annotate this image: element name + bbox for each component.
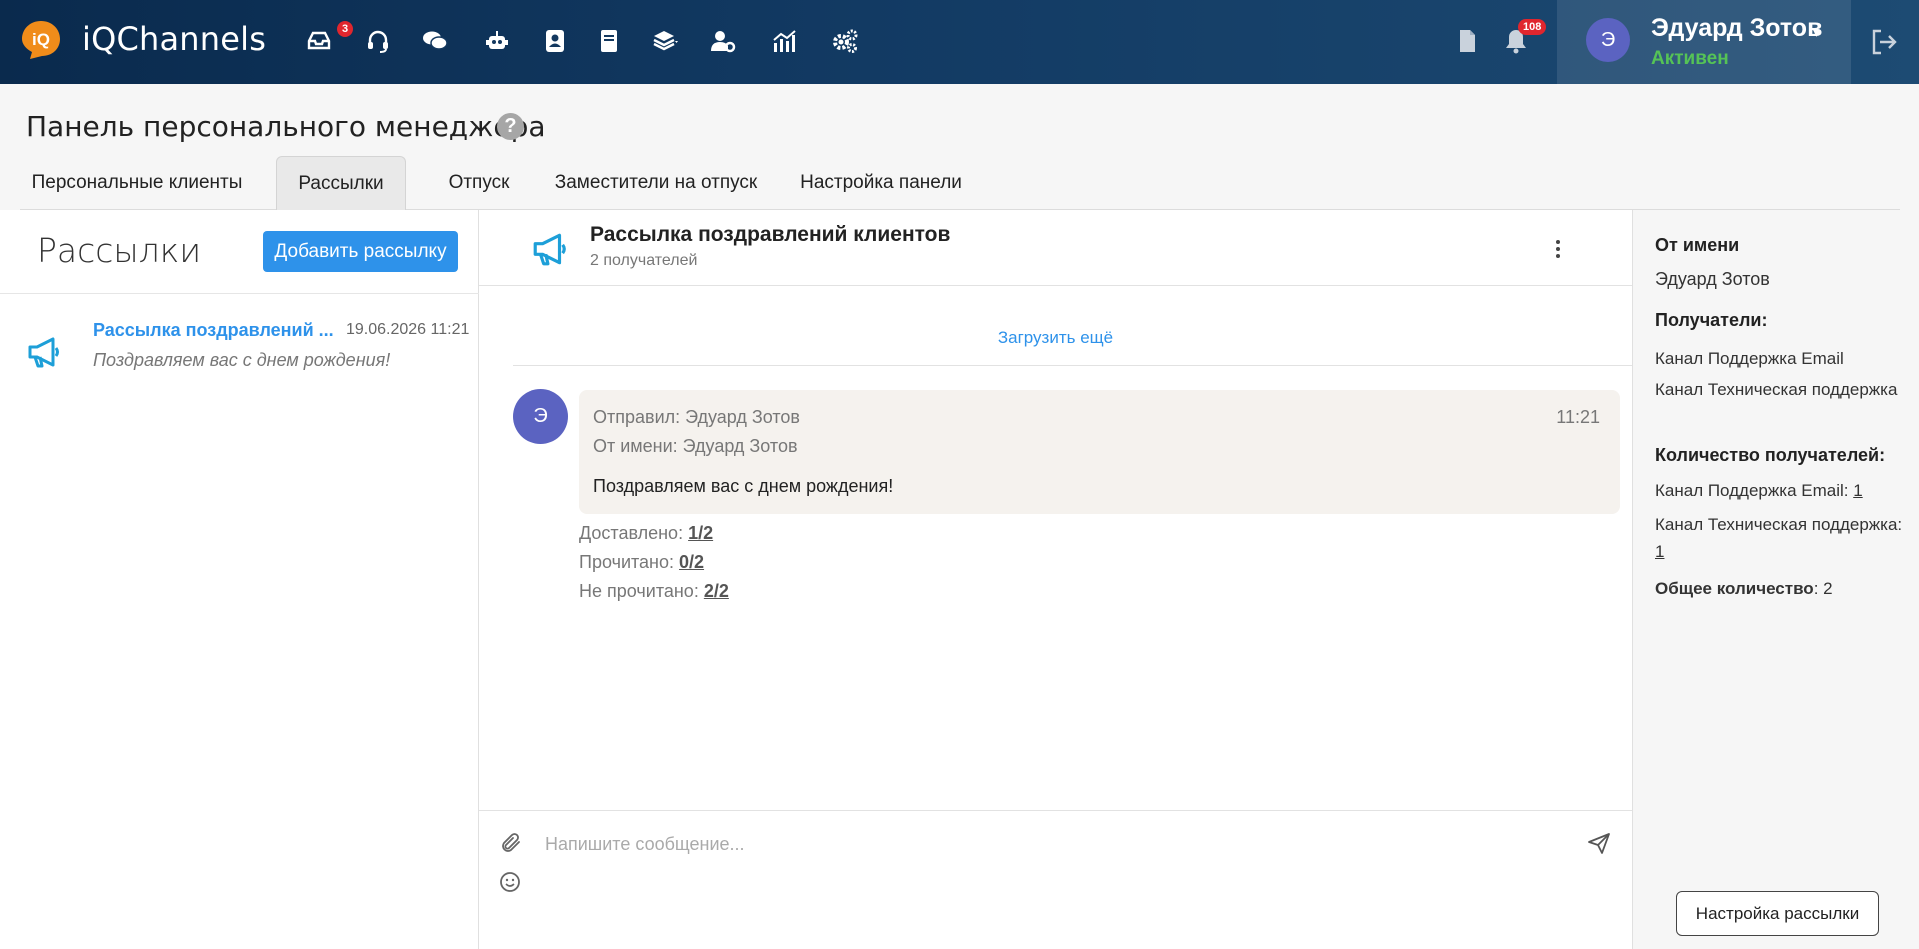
mailing-header: Рассылка поздравлений клиентов 2 получат… (479, 210, 1632, 286)
robot-icon[interactable] (482, 26, 512, 56)
user-status: Активен (1651, 48, 1729, 69)
recipient-count: 2 получателей (590, 252, 698, 269)
inbox-badge: 3 (337, 21, 354, 37)
mailing-date: 19.06.2026 11:21 (346, 321, 470, 338)
chat-icon[interactable] (420, 26, 450, 56)
recipient-item: Канал Поддержка Email (1655, 349, 1844, 368)
mailing-list-item[interactable]: Рассылка поздравлений ... 19.06.2026 11:… (0, 310, 479, 390)
top-navigation-bar: iQ iQChannels 3 108 Э Эдуард Зотов ▾ Акт… (0, 0, 1919, 84)
brand-name: iQChannels (82, 20, 267, 58)
user-settings-icon[interactable] (708, 26, 738, 56)
tab-vacation[interactable]: Отпуск (416, 156, 542, 210)
tab-mailings[interactable]: Рассылки (276, 156, 406, 210)
total-value: : 2 (1813, 579, 1833, 598)
svg-text:iQ: iQ (32, 30, 50, 49)
count-item-link[interactable]: 1 (1655, 542, 1664, 561)
read-label: Прочитано: (579, 552, 675, 572)
layers-icon[interactable] (651, 26, 681, 56)
add-mailing-button[interactable]: Добавить рассылку (263, 231, 458, 272)
count-item: Канал Техническая поддержка: 1 (1655, 511, 1905, 565)
emoji-icon[interactable] (499, 871, 521, 893)
sender-avatar: Э (513, 389, 568, 444)
tab-vacation-deputies[interactable]: Заместители на отпуск (536, 156, 776, 210)
mailing-title: Рассылка поздравлений ... (93, 320, 334, 340)
delivered-link[interactable]: 1/2 (688, 523, 713, 543)
more-options-icon[interactable] (1548, 237, 1568, 261)
settings-icon[interactable] (830, 26, 860, 56)
count-item: Канал Поддержка Email: 1 (1655, 477, 1905, 504)
total-count: Общее количество: 2 (1655, 575, 1905, 602)
count-item-label: Канал Техническая поддержка: (1655, 515, 1903, 534)
notifications-badge: 108 (1518, 19, 1547, 35)
headset-icon[interactable] (363, 26, 393, 56)
delivered-stat: Доставлено: 1/2 (579, 523, 713, 544)
help-icon[interactable]: ? (497, 113, 524, 140)
user-name[interactable]: Эдуард Зотов (1651, 14, 1822, 43)
mailing-settings-button[interactable]: Настройка рассылки (1676, 891, 1879, 936)
mailing-info-panel: От имени Эдуард Зотов Получатели: Канал … (1632, 210, 1919, 949)
read-link[interactable]: 0/2 (679, 552, 704, 572)
recipients-label: Получатели: (1655, 310, 1768, 330)
analytics-icon[interactable] (769, 26, 799, 56)
iqchannels-logo[interactable]: iQ (20, 19, 62, 61)
contacts-icon[interactable] (540, 26, 570, 56)
count-item-label: Канал Поддержка Email: (1655, 481, 1849, 500)
message-text: Поздравляем вас с днем рождения! (593, 476, 894, 496)
load-more-link[interactable]: Загрузить ещё (479, 328, 1632, 348)
count-item-link[interactable]: 1 (1853, 481, 1862, 500)
mailing-detail-panel: Рассылка поздравлений клиентов 2 получат… (479, 210, 1632, 949)
message-sender: Отправил: Эдуард Зотов (593, 407, 800, 427)
mailing-detail-title: Рассылка поздравлений клиентов (590, 223, 951, 246)
user-avatar[interactable]: Э (1586, 18, 1630, 62)
tab-bar: Персональные клиенты Рассылки Отпуск Зам… (20, 156, 1900, 210)
paperclip-icon[interactable] (499, 831, 523, 855)
from-label: От имени (1655, 235, 1740, 255)
tab-personal-clients[interactable]: Персональные клиенты (20, 156, 254, 210)
from-value: Эдуард Зотов (1655, 269, 1770, 289)
page-title: Панель персонального менеджера (26, 110, 546, 143)
message-bubble: Отправил: Эдуард Зотов От имени: Эдуард … (579, 390, 1620, 514)
document-icon[interactable] (1452, 26, 1482, 56)
message-composer (479, 810, 1632, 949)
unread-label: Не прочитано: (579, 581, 699, 601)
megaphone-icon (28, 337, 59, 368)
recipient-count-label: Количество получателей: (1655, 445, 1886, 465)
message-on-behalf: От имени: Эдуард Зотов (593, 436, 798, 456)
read-stat: Прочитано: 0/2 (579, 552, 704, 573)
tab-panel-settings[interactable]: Настройка панели (776, 156, 986, 210)
send-icon[interactable] (1587, 831, 1611, 855)
inbox-icon[interactable] (304, 26, 334, 56)
mailing-preview: Поздравляем вас с днем рождения! (93, 350, 391, 370)
divider (513, 365, 1632, 366)
total-label: Общее количество (1655, 579, 1814, 598)
logout-icon[interactable] (1868, 26, 1900, 58)
book-icon[interactable] (594, 26, 624, 56)
divider (0, 293, 479, 294)
mailings-title: Рассылки (37, 231, 202, 270)
megaphone-icon (533, 233, 566, 266)
unread-stat: Не прочитано: 2/2 (579, 581, 729, 602)
mailings-list-panel: Рассылки Добавить рассылку Рассылка позд… (0, 210, 479, 949)
message-input[interactable] (545, 827, 1545, 861)
unread-link[interactable]: 2/2 (704, 581, 729, 601)
message-time: 11:21 (1556, 407, 1600, 427)
chevron-down-icon[interactable]: ▾ (1813, 24, 1820, 41)
delivered-label: Доставлено: (579, 523, 684, 543)
recipient-item: Канал Техническая поддержка (1655, 380, 1898, 399)
